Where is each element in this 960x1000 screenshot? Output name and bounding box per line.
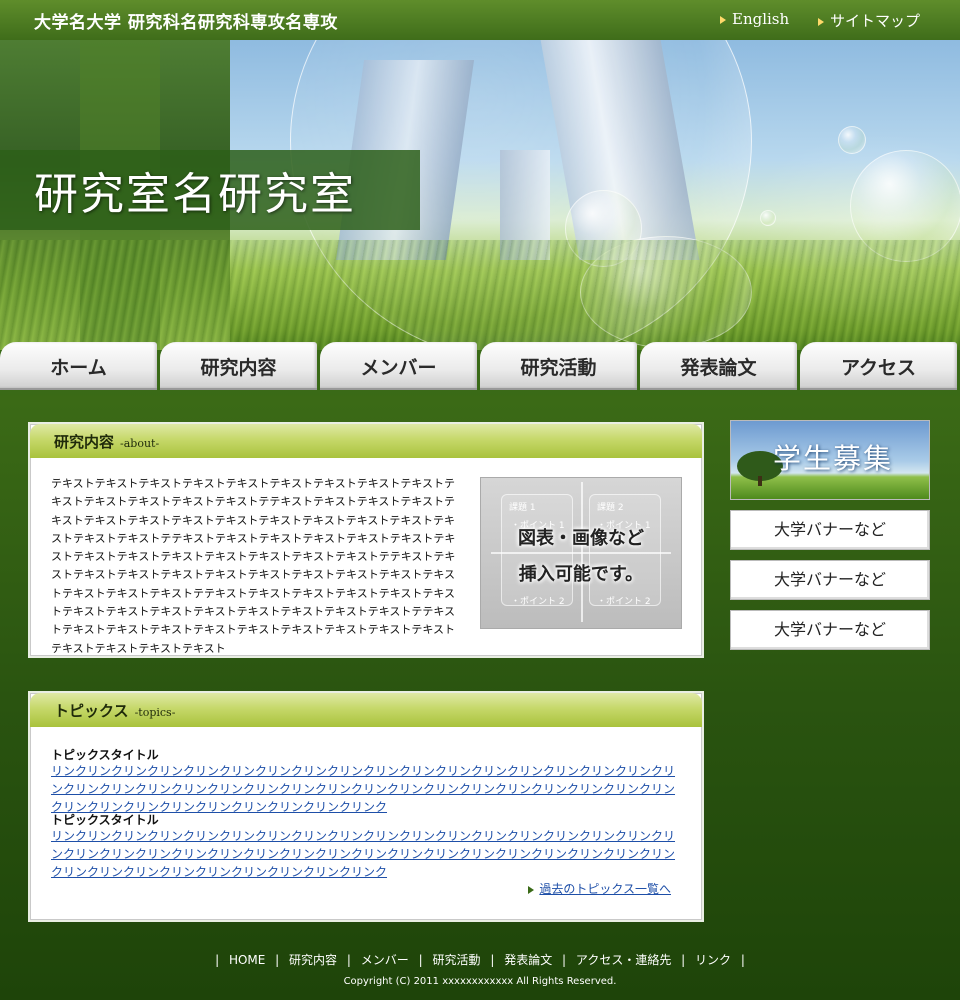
- about-title: 研究内容: [54, 433, 115, 451]
- sitemap-link-label: サイトマップ: [830, 12, 921, 30]
- tab-members[interactable]: メンバー: [320, 342, 477, 390]
- footer-separator: |: [562, 953, 567, 967]
- figure-label: 課題 2: [597, 503, 624, 513]
- footer-link-access[interactable]: アクセス・連絡先: [576, 953, 671, 967]
- figure-caption-line2: 挿入可能です。: [518, 564, 644, 585]
- university-banner[interactable]: 大学バナーなど: [730, 610, 930, 650]
- topic-title: トピックスタイトル: [51, 748, 159, 762]
- footer-nav: | HOME | 研究内容 | メンバー | 研究活動 | 発表論文 | アクセ…: [0, 951, 960, 968]
- figure-label: 課題 1: [509, 503, 536, 513]
- hero-image: 研究室名研究室: [0, 40, 960, 350]
- university-banner[interactable]: 大学バナーなど: [730, 560, 930, 600]
- footer-separator: |: [275, 953, 280, 967]
- top-bar: 大学名大学 研究科名研究科専攻名専攻 English サイトマップ: [0, 0, 960, 41]
- about-subtitle: -about-: [120, 437, 160, 450]
- english-link[interactable]: English: [720, 10, 789, 28]
- figure-label: ・ポイント 2: [511, 597, 565, 607]
- footer-link-members[interactable]: メンバー: [361, 953, 409, 967]
- triangle-right-icon: [818, 18, 824, 26]
- tab-home[interactable]: ホーム: [0, 342, 157, 390]
- student-recruitment-banner[interactable]: 学生募集: [730, 420, 930, 500]
- copyright: Copyright (C) 2011 xxxxxxxxxxxx All Righ…: [343, 976, 617, 987]
- past-topics-link[interactable]: 過去のトピックス一覧へ: [528, 880, 671, 897]
- triangle-right-icon: [528, 885, 535, 894]
- about-body-text: テキストテキストテキストテキストテキストテキストテキストテキストテキストテキスト…: [51, 477, 456, 655]
- footer-link-home[interactable]: HOME: [229, 953, 265, 967]
- bubble-image: [760, 210, 776, 226]
- about-panel-header: 研究内容 -about-: [30, 424, 702, 458]
- topic-link[interactable]: リンクリンクリンクリンクリンクリンクリンクリンクリンクリンクリンクリンクリンクリ…: [51, 762, 681, 816]
- topics-panel: トピックス -topics- トピックスタイトル リンクリンクリンクリンクリンクリ…: [30, 693, 702, 920]
- footer-separator: |: [490, 953, 495, 967]
- footer-separator: |: [740, 953, 745, 967]
- english-link-label: English: [732, 10, 790, 28]
- tab-activities[interactable]: 研究活動: [480, 342, 637, 390]
- main-nav: ホーム 研究内容 メンバー 研究活動 発表論文 アクセス: [0, 342, 960, 390]
- footer-link-research[interactable]: 研究内容: [289, 953, 337, 967]
- figure-label: ・ポイント 2: [597, 597, 651, 607]
- past-topics-label: 過去のトピックス一覧へ: [539, 882, 671, 896]
- topics-title: トピックス: [54, 702, 129, 720]
- tab-publications[interactable]: 発表論文: [640, 342, 797, 390]
- site-title: 大学名大学 研究科名研究科専攻名専攻: [34, 13, 338, 33]
- footer-link-links[interactable]: リンク: [695, 953, 731, 967]
- figure-placeholder-image: 課題 1 課題 2 ・ポイント 1 ・ポイント 1 ・ポイント 2 ・ポイント …: [480, 477, 682, 629]
- sitemap-link[interactable]: サイトマップ: [818, 10, 920, 31]
- topics-panel-header: トピックス -topics-: [30, 693, 702, 727]
- topic-title: トピックスタイトル: [51, 813, 159, 827]
- triangle-right-icon: [720, 16, 726, 24]
- footer-separator: |: [346, 953, 351, 967]
- topic-link[interactable]: リンクリンクリンクリンクリンクリンクリンクリンクリンクリンクリンクリンクリンクリ…: [51, 827, 681, 881]
- footer-link-publications[interactable]: 発表論文: [504, 953, 552, 967]
- figure-caption-line1: 図表・画像など: [518, 528, 644, 549]
- about-panel: 研究内容 -about- テキストテキストテキストテキストテキストテキストテキスト…: [30, 424, 702, 656]
- about-heading: 研究内容 -about-: [54, 431, 159, 452]
- tree-trunk: [758, 476, 762, 486]
- figure-axis-horizontal: [491, 552, 671, 554]
- bubble-image: [838, 126, 866, 154]
- topics-subtitle: -topics-: [134, 706, 176, 719]
- page: 大学名大学 研究科名研究科専攻名専攻 English サイトマップ 研究室名研究…: [0, 0, 960, 1000]
- university-banner[interactable]: 大学バナーなど: [730, 510, 930, 550]
- tab-access[interactable]: アクセス: [800, 342, 957, 390]
- footer-separator: |: [215, 953, 220, 967]
- tab-research[interactable]: 研究内容: [160, 342, 317, 390]
- lab-title: 研究室名研究室: [34, 169, 356, 220]
- grass-image: [0, 240, 960, 350]
- footer-separator: |: [418, 953, 423, 967]
- recruit-label: 学生募集: [773, 442, 894, 475]
- footer-separator: |: [681, 953, 686, 967]
- footer-link-activities[interactable]: 研究活動: [432, 953, 480, 967]
- topics-heading: トピックス -topics-: [54, 700, 175, 721]
